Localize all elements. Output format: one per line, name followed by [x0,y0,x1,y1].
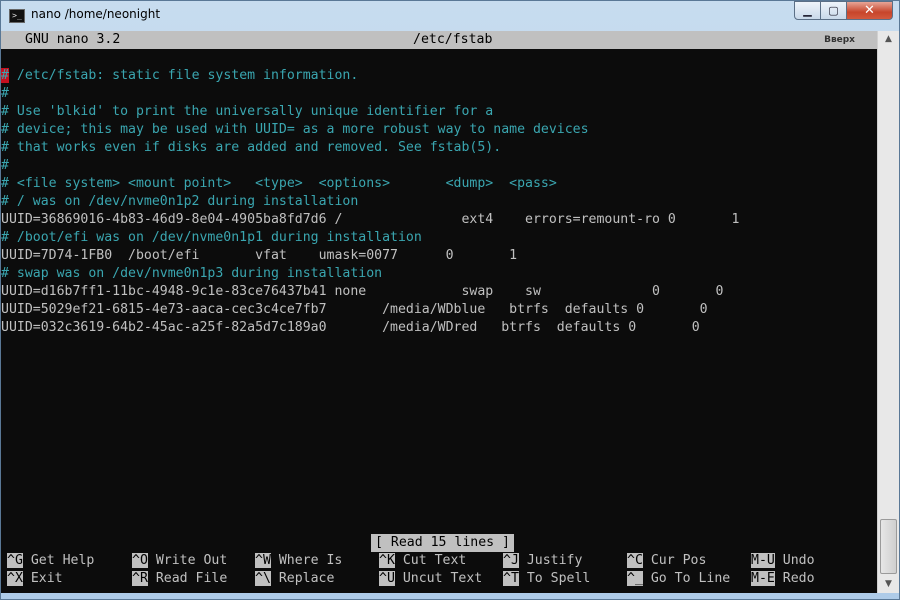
shortcut-key: ^\ [255,571,271,586]
shortcut-label: Uncut Text [394,571,483,586]
shortcut-label: To Spell [518,571,591,586]
line-text: /etc/fstab: static file system informati… [8,68,359,83]
scroll-up-icon[interactable]: ▲ [878,31,899,48]
fstab-entry-line: UUID=5029ef21-6815-4e73-aaca-cec3c4ce7fb… [1,302,708,317]
shortcut-label: Go To Line [642,571,731,586]
shortcut-item: ^R Read File [132,570,227,588]
text-cursor: # [1,68,9,83]
shortcut-key: ^_ [627,571,643,586]
title-bar[interactable]: >_ nano /home/neonight ▁ ▢ ✕ [1,1,899,31]
shortcut-label: Justify [518,553,583,568]
minimize-button[interactable]: ▁ [794,1,821,20]
shortcut-item: ^K Cut Text [379,552,466,570]
shortcut-item: M-U Undo [751,552,815,570]
shortcut-label: Read File [147,571,228,586]
shortcut-key: ^G [7,553,23,568]
shortcut-bar: ^G Get Help ^O Write Out ^W Where Is ^K Cut… [1,552,877,592]
shortcut-label: Replace [270,571,335,586]
shortcut-label: Cur Pos [642,553,707,568]
comment-line: # that works even if disks are added and… [1,140,502,155]
maximize-button[interactable]: ▢ [821,1,847,20]
fstab-entry-line: UUID=032c3619-64b2-45ac-a25f-82a5d7c189a… [1,320,700,335]
nano-header: GNU nano 3.2 /etc/fstab Вверх [1,31,877,49]
shortcut-item: ^C Cur Pos [627,552,706,570]
shortcut-item: ^_ Go To Line [627,570,730,588]
console-window: >_ nano /home/neonight ▁ ▢ ✕ GNU nano 3.… [0,0,900,600]
shortcut-item: ^G Get Help [7,552,94,570]
close-button[interactable]: ✕ [847,1,893,20]
shortcut-key: ^X [7,571,23,586]
shortcut-item: ^J Justify [503,552,582,570]
shortcut-item: M-E Redo [751,570,815,588]
comment-line: # /etc/fstab: static file system informa… [1,67,358,85]
shortcut-key: ^K [379,553,395,568]
comment-line: # <file system> <mount point> <type> <op… [1,176,557,191]
scroll-top-badge: Вверх [824,35,855,45]
comment-line: # swap was on /dev/nvme0n1p3 during inst… [1,266,383,281]
shortcut-key: ^T [503,571,519,586]
shortcut-key: ^R [132,571,148,586]
shortcut-label: Redo [774,571,815,586]
shortcut-label: Undo [774,553,815,568]
window-title: nano /home/neonight [31,7,161,21]
file-name: /etc/fstab [413,32,493,47]
shortcut-key: ^W [255,553,271,568]
comment-line: # [1,86,9,101]
shortcut-item: ^T To Spell [503,570,590,588]
shortcut-item: ^W Where Is [255,552,342,570]
comment-line: # / was on /dev/nvme0n1p2 during install… [1,194,359,209]
shortcut-key: ^C [627,553,643,568]
shortcut-key: ^O [132,553,148,568]
shortcut-key: ^U [379,571,395,586]
shortcut-label: Cut Text [394,553,467,568]
fstab-entry-line: UUID=d16b7ff1-11bc-4948-9c1e-83ce76437b4… [1,284,724,299]
shortcut-item: ^\ Replace [255,570,334,588]
shortcut-label: Write Out [147,553,228,568]
comment-line: # /boot/efi was on /dev/nvme0n1p1 during… [1,230,422,245]
comment-line: # Use 'blkid' to print the universally u… [1,104,494,119]
shortcut-item: ^U Uncut Text [379,570,482,588]
status-message: [ Read 15 lines ] [371,534,514,552]
shortcut-item: ^X Exit [7,570,63,588]
comment-line: # device; this may be used with UUID= as… [1,122,589,137]
scroll-down-icon[interactable]: ▼ [878,576,899,593]
comment-line: # [1,158,9,173]
shortcut-item: ^O Write Out [132,552,227,570]
scroll-thumb[interactable] [880,519,897,574]
window-controls: ▁ ▢ ✕ [794,1,893,21]
shortcut-label: Exit [22,571,63,586]
terminal-area[interactable]: GNU nano 3.2 /etc/fstab Вверх # /etc/fst… [1,31,877,593]
fstab-entry-line: UUID=36869016-4b83-46d9-8e04-4905ba8fd7d… [1,212,740,227]
vertical-scrollbar[interactable]: ▲ ▼ [877,31,899,593]
shortcut-label: Where Is [270,553,343,568]
shortcut-key: M-U [751,553,775,568]
terminal-icon: >_ [9,9,25,23]
nano-version: GNU nano 3.2 [25,32,121,47]
shortcut-label: Get Help [22,553,95,568]
fstab-entry-line: UUID=7D74-1FB0 /boot/efi vfat umask=0077… [1,248,518,263]
shortcut-key: M-E [751,571,775,586]
shortcut-key: ^J [503,553,519,568]
